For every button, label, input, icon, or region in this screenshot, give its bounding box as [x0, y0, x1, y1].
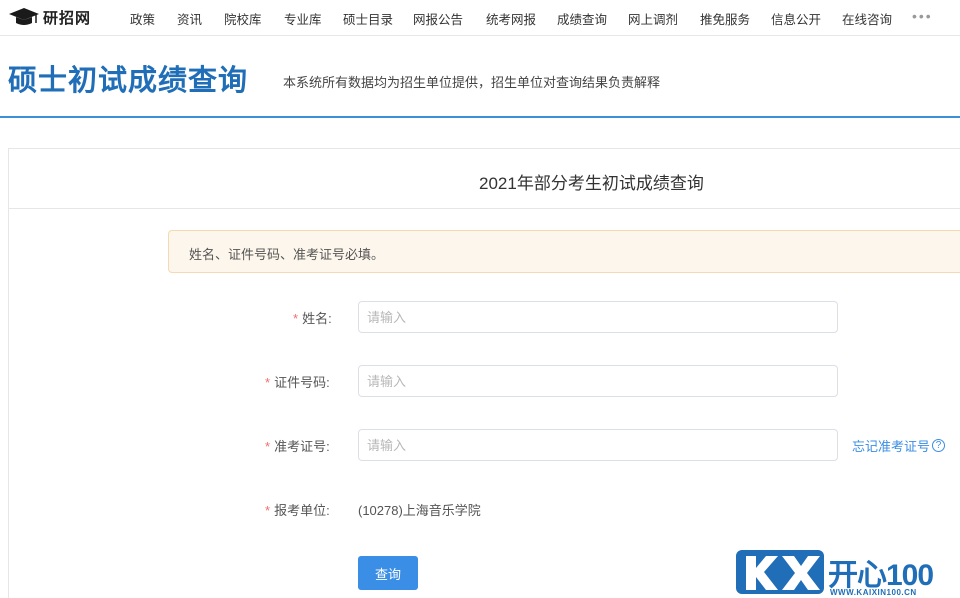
- card-header: 2021年部分考生初试成绩查询: [9, 149, 960, 209]
- id-number-input[interactable]: [358, 365, 838, 397]
- nav-item-policy[interactable]: 政策: [130, 9, 155, 28]
- site-logo[interactable]: 研招网: [8, 5, 91, 29]
- forgot-ticket-link[interactable]: 忘记准考证号 ?: [852, 436, 946, 455]
- query-card: 2021年部分考生初试成绩查询 姓名、证件号码、准考证号必填。 *姓名: *证件…: [8, 148, 960, 598]
- forgot-ticket-text[interactable]: 忘记准考证号: [852, 436, 930, 455]
- nav-item-announcements[interactable]: 网报公告: [413, 9, 463, 28]
- nav-item-schools[interactable]: 院校库: [224, 9, 262, 28]
- ticket-label: * 准考证号:: [265, 436, 330, 455]
- alert-text: 姓名、证件号码、准考证号必填。: [189, 247, 385, 262]
- page-title: 硕士初试成绩查询: [8, 65, 249, 97]
- page-subtitle: 本系统所有数据均为招生单位提供，招生单位对查询结果负责解释: [283, 75, 661, 90]
- graduation-cap-icon: [9, 8, 39, 25]
- nav-item-majors[interactable]: 专业库: [284, 9, 322, 28]
- nav-item-consult[interactable]: 在线咨询: [842, 9, 892, 28]
- name-label-text: 姓名:: [302, 311, 332, 326]
- nav-item-news[interactable]: 资讯: [177, 9, 202, 28]
- logo-text: 研招网: [43, 8, 92, 27]
- unit-label: * 报考单位:: [265, 500, 330, 519]
- unit-label-text: 报考单位:: [274, 503, 330, 518]
- more-menu-icon[interactable]: •••: [912, 8, 933, 24]
- ticket-label-text: 准考证号:: [274, 439, 330, 454]
- name-label: * 姓名:: [293, 308, 332, 327]
- top-nav: 研招网 政策 资讯 院校库 专业库 硕士目录 网报公告 统考网报 成绩查询 网上…: [0, 0, 960, 36]
- id-label-text: 证件号码:: [274, 375, 330, 390]
- watermark-url: WWW.KAIXIN100.CN: [830, 588, 917, 597]
- required-mark: *: [293, 311, 299, 326]
- name-input[interactable]: [358, 301, 838, 333]
- required-mark: *: [265, 439, 271, 454]
- unit-value: (10278)上海音乐学院: [358, 503, 481, 518]
- card-title: 2021年部分考生初试成绩查询: [479, 174, 704, 193]
- required-alert: 姓名、证件号码、准考证号必填。: [168, 230, 960, 273]
- nav-item-adjustment[interactable]: 网上调剂: [628, 9, 678, 28]
- help-icon[interactable]: ?: [932, 439, 946, 452]
- id-label: * 证件号码:: [265, 372, 330, 391]
- nav-item-score-query[interactable]: 成绩查询: [557, 9, 607, 28]
- required-mark: *: [265, 375, 271, 390]
- nav-item-disclosure[interactable]: 信息公开: [771, 9, 821, 28]
- nav-item-recommendation[interactable]: 推免服务: [700, 9, 750, 28]
- required-mark: *: [265, 503, 271, 518]
- ticket-number-input[interactable]: [358, 429, 838, 461]
- page-header: 硕士初试成绩查询 本系统所有数据均为招生单位提供，招生单位对查询结果负责解释: [0, 36, 960, 118]
- nav-item-registration[interactable]: 统考网报: [486, 9, 536, 28]
- query-button[interactable]: 查询: [358, 556, 418, 590]
- nav-item-catalog[interactable]: 硕士目录: [343, 9, 393, 28]
